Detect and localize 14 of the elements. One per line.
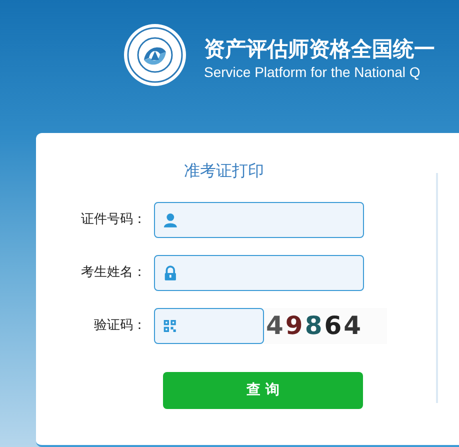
form-heading: 准考证打印: [184, 160, 264, 182]
captcha-field[interactable]: [154, 308, 264, 344]
field-label: 验证码：: [93, 317, 147, 336]
qr-code-icon: [163, 318, 177, 334]
captcha-image[interactable]: 49864: [264, 308, 387, 344]
lock-icon: [163, 265, 178, 281]
person-icon: [163, 212, 178, 228]
name-field[interactable]: [154, 255, 364, 291]
field-label: 考生姓名：: [80, 264, 147, 282]
site-title: 资产评估师资格全国统一: [204, 36, 435, 62]
id-number-field[interactable]: [154, 202, 364, 238]
field-label: 证件号码：: [80, 211, 147, 230]
site-subtitle: Service Platform for the National Q: [204, 63, 422, 82]
logo-icon: [122, 22, 188, 88]
